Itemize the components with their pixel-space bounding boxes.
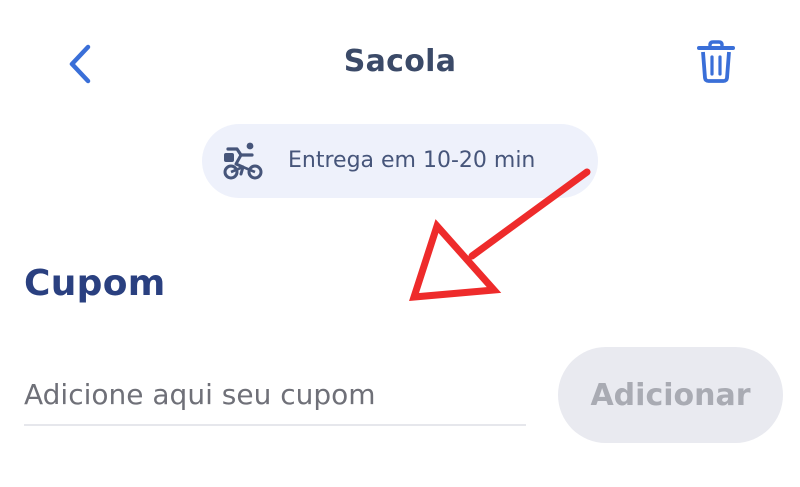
add-coupon-button[interactable]: Adicionar: [558, 347, 783, 443]
coupon-input[interactable]: [24, 364, 526, 426]
delete-bag-button[interactable]: [690, 36, 742, 88]
coupon-heading: Cupom: [24, 263, 166, 304]
bicycle-delivery-icon: [223, 142, 263, 180]
delivery-time-badge: Entrega em 10-20 min: [202, 124, 598, 198]
page-title: Sacola: [343, 44, 457, 79]
trash-icon: [697, 40, 735, 83]
delivery-time-text: Entrega em 10-20 min: [288, 148, 536, 173]
